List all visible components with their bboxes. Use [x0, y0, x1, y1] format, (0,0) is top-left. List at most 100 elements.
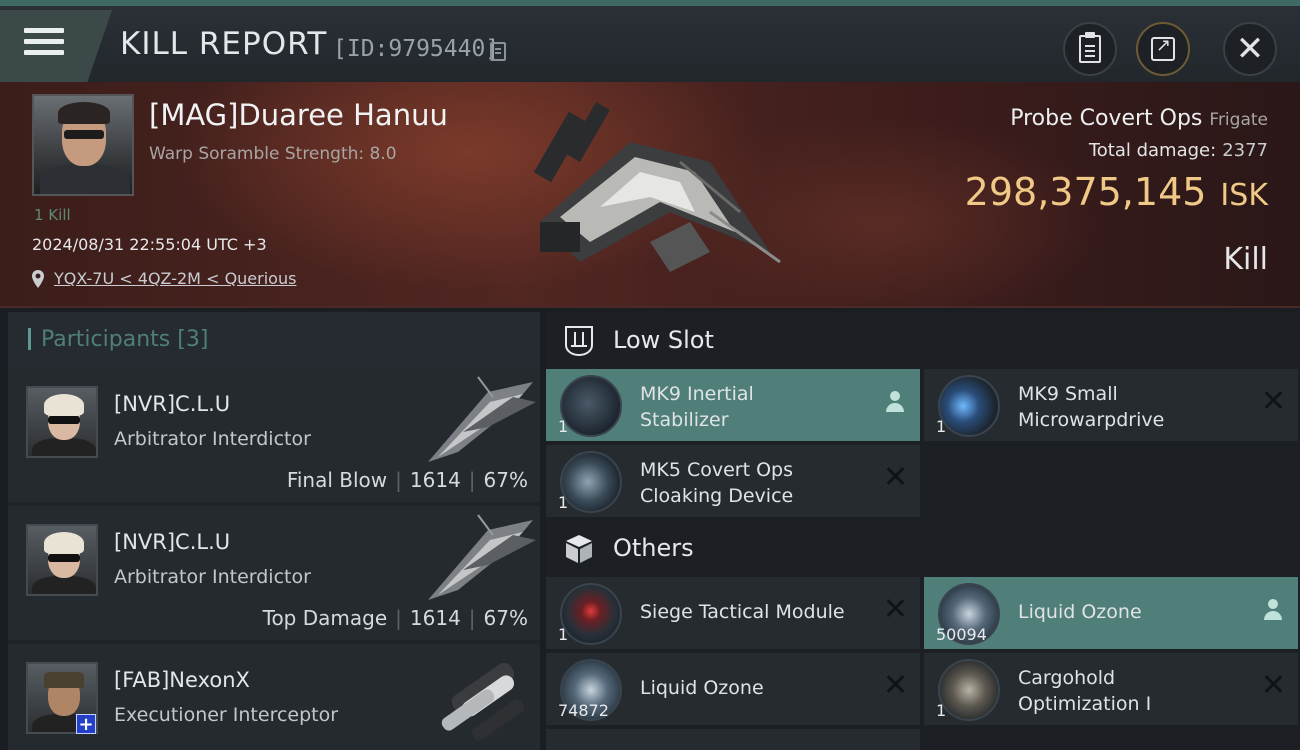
victim-panel: [MAG]Duaree Hanuu Warp Soramble Strength…: [0, 82, 1300, 308]
participant-row[interactable]: + [FAB]NexonX Executioner Interceptor: [8, 644, 540, 750]
result-label: Kill: [1223, 242, 1268, 277]
participant-ship-image: [441, 662, 525, 741]
module-item[interactable]: 1 MK5 Covert Ops Cloaking Device: [546, 445, 920, 517]
module-quantity: 1: [558, 625, 569, 644]
module-name: Liquid Ozone: [1018, 601, 1142, 623]
participant-role: Top Damage: [262, 606, 388, 630]
low-slot-label: Low Slot: [613, 326, 714, 354]
share-button[interactable]: [1136, 22, 1190, 76]
victim-ship-image: [533, 102, 781, 272]
dropped-person-icon: [886, 391, 904, 413]
location-link[interactable]: YQX-7U < 4QZ-2M < Querious: [54, 269, 296, 288]
dropped-person-icon: [1264, 599, 1282, 621]
hamburger-menu-icon[interactable]: [24, 28, 64, 62]
module-name-line2: Optimization I: [1018, 693, 1152, 715]
participants-panel: Participants [3] [NVR]C.L.U Arbitrator I…: [8, 312, 540, 750]
total-damage: Total damage: 2377: [1089, 140, 1268, 161]
module-item[interactable]: 1 MK9 Small Microwarpdrive: [924, 369, 1298, 441]
module-quantity: 1: [936, 701, 947, 720]
close-icon: ✕: [1235, 29, 1265, 69]
victim-avatar[interactable]: [32, 94, 134, 196]
module-name-line1: MK9 Inertial: [640, 383, 754, 405]
low-slot-header: Low Slot: [546, 312, 1300, 368]
module-quantity: 1: [936, 417, 947, 436]
participant-stats: Top Damage | 1614 | 67%: [262, 606, 528, 630]
plus-badge-icon: +: [76, 714, 96, 735]
module-name-line1: Cargohold: [1018, 667, 1116, 689]
module-quantity: 1: [558, 493, 569, 512]
ship-class: Frigate: [1209, 110, 1268, 130]
participant-name: [NVR]C.L.U: [114, 530, 231, 554]
participants-title: Participants: [41, 327, 171, 352]
destroyed-x-icon: [884, 673, 906, 695]
modules-panel: Low Slot 1 MK9 Inertial Stabilizer 1 MK9…: [546, 312, 1300, 750]
module-item[interactable]: 1 Siege Tactical Module: [546, 577, 920, 649]
module-item[interactable]: 1 MK9 Inertial Stabilizer: [546, 369, 920, 441]
participant-name: [FAB]NexonX: [114, 668, 250, 692]
avatar[interactable]: [26, 386, 98, 458]
isk-unit: ISK: [1220, 178, 1268, 213]
module-quantity: 50094: [936, 625, 987, 644]
module-name: Siege Tactical Module: [640, 601, 845, 623]
cargohold-optimization-icon: [938, 659, 1000, 721]
participant-ship: Executioner Interceptor: [114, 704, 339, 726]
location-pin-icon: [32, 270, 44, 288]
participant-name: [NVR]C.L.U: [114, 392, 231, 416]
isk-amount: 298,375,145: [964, 170, 1207, 214]
avatar[interactable]: [26, 524, 98, 596]
participants-count: [3]: [177, 327, 209, 352]
warp-scramble-strength: Warp Soramble Strength: 8.0: [149, 144, 397, 164]
page-title: KILL REPORT: [120, 26, 328, 62]
participant-ship-image: [428, 376, 536, 462]
participant-row[interactable]: [NVR]C.L.U Arbitrator Interdictor Final …: [8, 368, 540, 502]
participant-percent: 67%: [483, 606, 528, 630]
module-name: MK9 Small Microwarpdrive: [1018, 381, 1164, 433]
cloaking-device-icon: [560, 451, 622, 513]
participant-percent: 67%: [483, 468, 528, 492]
kill-count: 1 Kill: [34, 206, 71, 224]
participant-row[interactable]: [NVR]C.L.U Arbitrator Interdictor Top Da…: [8, 506, 540, 640]
module-item[interactable]: [546, 729, 920, 750]
cube-icon: [566, 535, 592, 563]
module-name-line2: Cloaking Device: [640, 485, 794, 507]
module-quantity: 74872: [558, 701, 609, 720]
share-icon: [1151, 35, 1175, 61]
total-damage-label: Total damage:: [1088, 140, 1217, 161]
participant-damage: 1614: [409, 468, 461, 492]
module-item[interactable]: 50094 Liquid Ozone: [924, 577, 1298, 649]
participants-header: Participants [3]: [8, 312, 540, 368]
module-name-line2: Microwarpdrive: [1018, 409, 1165, 431]
module-item[interactable]: 1 Cargohold Optimization I: [924, 653, 1298, 725]
module-name-line1: MK5 Covert Ops: [640, 459, 794, 481]
module-name: Liquid Ozone: [640, 677, 764, 699]
participant-ship-image: [428, 514, 536, 600]
participant-ship: Arbitrator Interdictor: [114, 566, 311, 588]
others-header: Others: [546, 520, 1300, 576]
siege-module-icon: [560, 583, 622, 645]
participant-stats: Final Blow | 1614 | 67%: [286, 468, 528, 492]
close-button[interactable]: ✕: [1223, 22, 1277, 76]
kill-timestamp: 2024/08/31 22:55:04 UTC +3: [32, 235, 267, 254]
victim-ship-type: Probe Covert Ops Frigate: [1010, 106, 1268, 131]
clipboard-button[interactable]: [1063, 22, 1117, 76]
others-label: Others: [613, 534, 694, 562]
destroyed-x-icon: [1262, 673, 1284, 695]
module-item[interactable]: 74872 Liquid Ozone: [546, 653, 920, 725]
clipboard-icon: [1079, 32, 1101, 63]
destroyed-x-icon: [884, 465, 906, 487]
inertial-stabilizer-icon: [560, 375, 622, 437]
isk-value: 298,375,145 ISK: [965, 170, 1268, 214]
report-id: [ID:9795440]: [333, 36, 500, 62]
destroyed-x-icon: [884, 597, 906, 619]
copy-icon[interactable]: [490, 42, 506, 61]
module-quantity: 1: [558, 417, 569, 436]
top-bar: KILL REPORT [ID:9795440] ✕: [0, 0, 1300, 82]
ship-name: Probe Covert Ops: [1010, 106, 1203, 131]
module-name: Cargohold Optimization I: [1018, 665, 1151, 717]
participant-damage: 1614: [409, 606, 461, 630]
module-name: MK5 Covert Ops Cloaking Device: [640, 457, 793, 509]
microwarpdrive-icon: [938, 375, 1000, 437]
low-slot-icon: [565, 326, 593, 357]
module-name: MK9 Inertial Stabilizer: [640, 381, 754, 433]
victim-name[interactable]: [MAG]Duaree Hanuu: [149, 98, 448, 132]
